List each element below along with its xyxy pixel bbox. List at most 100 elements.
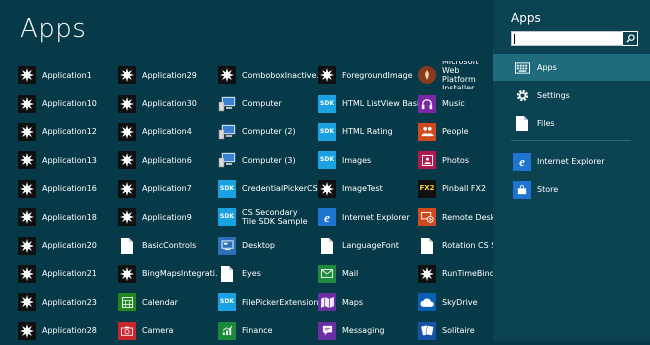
app-tile[interactable]: SDK HTML ListView Basic: [318, 89, 418, 117]
app-tile-label: ComboboxInactive...: [242, 70, 318, 80]
starburst-icon: [118, 208, 136, 227]
search-input[interactable]: [512, 38, 633, 51]
search-scope-files[interactable]: Files: [493, 110, 650, 137]
starburst-icon: [118, 66, 136, 85]
app-tile[interactable]: Application10: [18, 89, 118, 117]
search-scope-internet-explorer[interactable]: e Internet Explorer: [493, 148, 650, 175]
cards-icon: [418, 321, 436, 340]
photos-icon: [418, 151, 436, 170]
app-tile[interactable]: Application7: [118, 175, 218, 203]
pane-divider: [511, 140, 631, 141]
app-tile[interactable]: RunTimeBinding: [418, 260, 494, 288]
app-tile-label: Finance: [242, 326, 273, 336]
app-tile-label: Camera: [142, 326, 174, 336]
app-tile[interactable]: Application20: [18, 231, 118, 259]
app-tile-label: Music: [442, 99, 465, 109]
search-scope-settings[interactable]: Settings: [493, 82, 650, 109]
search-scope-label: Files: [537, 119, 555, 128]
page-title: Apps: [20, 14, 87, 44]
app-tile-label: Computer (2): [242, 127, 296, 137]
app-tile[interactable]: Eyes: [218, 260, 318, 288]
app-tile[interactable]: Photos: [418, 146, 494, 174]
app-tile[interactable]: BasicControls: [118, 231, 218, 259]
app-tile[interactable]: Computer (2): [218, 118, 318, 146]
app-tile[interactable]: Application4: [118, 118, 218, 146]
app-tile[interactable]: Microsoft Web Platform Installer: [418, 61, 494, 89]
app-tile[interactable]: Application16: [18, 175, 118, 203]
app-tile[interactable]: Application12: [18, 118, 118, 146]
app-tile-label: Pinball FX2: [442, 184, 487, 194]
app-tile[interactable]: Application6: [118, 146, 218, 174]
app-tile-label: HTML Rating: [342, 127, 393, 137]
app-tile-label: HTML ListView Basic: [342, 99, 418, 109]
app-tile[interactable]: Application1: [18, 61, 118, 89]
app-tile-label: Eyes: [242, 269, 261, 279]
app-tile-label: Application18: [42, 212, 97, 222]
app-tile[interactable]: e Internet Explorer: [318, 203, 418, 231]
starburst-icon: [18, 94, 36, 113]
app-tile[interactable]: People: [418, 118, 494, 146]
app-tile[interactable]: FX2 Pinball FX2: [418, 175, 494, 203]
app-tile[interactable]: SkyDrive: [418, 288, 494, 316]
app-tile-label: Computer: [242, 99, 282, 109]
app-tile-label: Rotation CS Samp: [442, 241, 494, 251]
app-tile[interactable]: Application13: [18, 146, 118, 174]
app-tile-label: Application1: [42, 70, 92, 80]
starburst-icon: [218, 66, 236, 85]
app-tile[interactable]: Application23: [18, 288, 118, 316]
computer-icon: [218, 123, 236, 141]
app-tile-label: Application16: [42, 184, 97, 194]
mail-icon: [318, 264, 336, 283]
sdk-icon: SDK: [318, 94, 336, 113]
app-tile-label: BingMapsIntegrati...: [142, 269, 218, 279]
document-icon: [218, 265, 236, 283]
app-tile[interactable]: Computer: [218, 89, 318, 117]
app-tile[interactable]: Rotation CS Samp: [418, 231, 494, 259]
app-tile[interactable]: Application9: [118, 203, 218, 231]
search-button[interactable]: [622, 31, 638, 46]
starburst-icon: [418, 264, 436, 283]
text-caret: [514, 34, 515, 44]
app-tile[interactable]: SDK Images: [318, 146, 418, 174]
camera-icon: [118, 321, 136, 340]
app-tile-label: People: [442, 127, 469, 137]
app-tile-label: Maps: [342, 297, 364, 307]
app-tile-label: RunTimeBinding: [442, 269, 494, 279]
app-tile[interactable]: Application21: [18, 260, 118, 288]
app-tile[interactable]: BingMapsIntegrati...: [118, 260, 218, 288]
app-tile-label: Application4: [142, 127, 192, 137]
app-tile[interactable]: Application18: [18, 203, 118, 231]
app-tile[interactable]: ComboboxInactive...: [218, 61, 318, 89]
app-tile[interactable]: Desktop: [218, 231, 318, 259]
app-tile[interactable]: ImageTest: [318, 175, 418, 203]
app-tile[interactable]: Application29: [118, 61, 218, 89]
search-scope-label: Settings: [537, 91, 570, 100]
people-icon: [418, 122, 436, 141]
computer-icon: [218, 151, 236, 169]
app-tile-label: Solitaire: [442, 326, 475, 336]
search-box[interactable]: [511, 31, 633, 51]
app-tile[interactable]: Application30: [118, 89, 218, 117]
gear-icon: [513, 87, 531, 105]
app-tile[interactable]: Remote Desktop: [418, 203, 494, 231]
app-tile[interactable]: Computer (3): [218, 146, 318, 174]
starburst-icon: [118, 151, 136, 170]
starburst-icon: [18, 179, 36, 198]
sdk-icon: SDK: [218, 208, 236, 227]
app-tile[interactable]: Mail: [318, 260, 418, 288]
search-scope-store[interactable]: Store: [493, 176, 650, 203]
app-tile[interactable]: Calendar: [118, 288, 218, 316]
app-tile[interactable]: ForegroundImage: [318, 61, 418, 89]
remote-desktop-icon: [418, 208, 436, 227]
app-tile[interactable]: SDK HTML Rating: [318, 118, 418, 146]
app-tile-label: Mail: [342, 269, 359, 279]
starburst-icon: [118, 122, 136, 141]
search-scope-apps[interactable]: Apps: [493, 54, 650, 81]
app-tile[interactable]: SDK FilePickerExtension...: [218, 288, 318, 316]
app-tile[interactable]: Maps: [318, 288, 418, 316]
app-tile[interactable]: Music: [418, 89, 494, 117]
starburst-icon: [18, 151, 36, 170]
app-tile[interactable]: LanguageFont: [318, 231, 418, 259]
app-tile[interactable]: SDK CredentialPickerCS: [218, 175, 318, 203]
app-tile[interactable]: SDK CS Secondary Tile SDK Sample: [218, 203, 318, 231]
